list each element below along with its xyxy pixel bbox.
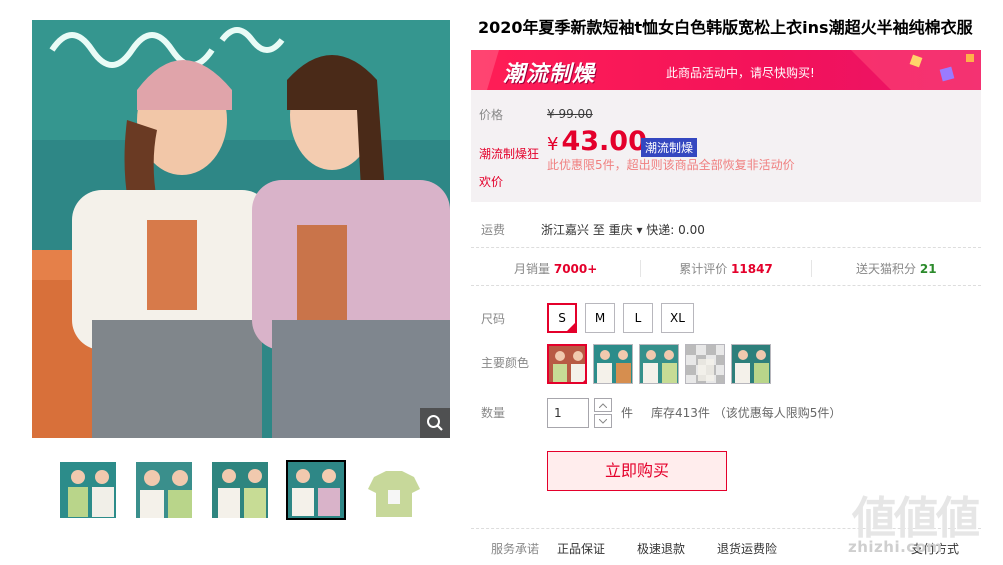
thumbnail-3[interactable] — [210, 460, 270, 520]
color-option-4[interactable] — [685, 344, 725, 384]
price-box: 价格 ¥ 99.00 潮流制燥狂 欢价 ¥43.00 潮流制燥 此优惠限5件，超… — [471, 90, 981, 202]
size-option-m[interactable]: M — [585, 303, 615, 333]
thumbnail-2[interactable] — [134, 460, 194, 520]
size-option-xl[interactable]: XL — [661, 303, 694, 333]
color-option-3[interactable] — [639, 344, 679, 384]
quantity-label: 数量 — [481, 406, 506, 420]
chevron-down-icon — [599, 418, 607, 424]
monthly-sales-value: 7000+ — [553, 262, 598, 276]
reviews-value: 11847 — [731, 262, 773, 276]
current-price: ¥43.00 — [547, 126, 647, 157]
main-product-image[interactable] — [32, 20, 450, 438]
price-tag: 潮流制燥 — [641, 138, 698, 157]
thumbnail-1[interactable] — [58, 460, 118, 520]
size-label: 尺码 — [481, 312, 506, 326]
quantity-decrease-button[interactable] — [594, 414, 612, 428]
color-option-5[interactable] — [731, 344, 771, 384]
buy-now-button[interactable]: 立即购买 — [547, 451, 727, 491]
tmall-points: 送天猫积分 21 — [812, 260, 981, 277]
chevron-up-icon — [599, 402, 607, 408]
selected-check-icon — [566, 322, 576, 332]
original-price: ¥ 99.00 — [547, 107, 593, 121]
size-option-s[interactable]: S — [547, 303, 577, 333]
magnifier-icon — [427, 415, 443, 431]
size-option-l[interactable]: L — [623, 303, 653, 333]
reviews-label: 累计评价 — [679, 262, 728, 276]
total-reviews[interactable]: 累计评价 11847 — [641, 260, 812, 277]
product-title: 2020年夏季新款短袖t恤女白色韩版宽松上衣ins潮超火半袖纯棉衣服 — [478, 18, 973, 37]
watermark-text: zhizhi.com — [848, 538, 943, 556]
price-note: 此优惠限5件，超出则该商品全部恢复非活动价 — [547, 158, 795, 172]
shipping-row: 运费 浙江嘉兴 至 重庆 ▾ 快递: 0.00 — [471, 212, 981, 248]
stock-info: 库存413件 （该优惠每人限购5件） — [651, 406, 842, 420]
currency-symbol: ¥ — [547, 134, 559, 155]
monthly-sales-label: 月销量 — [514, 262, 551, 276]
promo-text: 此商品活动中，请尽快购买! — [666, 66, 815, 80]
service-item-fast-refund[interactable]: 极速退款 — [637, 540, 685, 557]
promo-price-label-2: 欢价 — [479, 175, 504, 189]
watermark-logo: 値値値 — [852, 493, 980, 544]
quantity-input[interactable]: 1 — [547, 398, 589, 428]
shipping-destination-selector[interactable]: 浙江嘉兴 至 重庆 ▾ 快递: 0.00 — [541, 221, 705, 238]
promo-price-label: 潮流制燥狂 — [479, 147, 540, 161]
color-label: 主要颜色 — [481, 356, 530, 370]
color-options — [547, 344, 771, 384]
service-item-authentic[interactable]: 正品保证 — [557, 540, 605, 557]
thumbnail-strip — [58, 460, 422, 520]
thumbnail-5[interactable] — [362, 460, 422, 520]
zoom-button[interactable] — [420, 408, 450, 438]
quantity-unit: 件 — [621, 406, 634, 420]
stats-row: 月销量 7000+ 累计评价 11847 送天猫积分 21 — [471, 252, 981, 286]
thumbnail-4-selected[interactable] — [286, 460, 346, 520]
quantity-increase-button[interactable] — [594, 398, 612, 412]
points-label: 送天猫积分 — [856, 262, 917, 276]
promo-banner: 潮流制燥 此商品活动中，请尽快购买! — [471, 50, 981, 90]
service-label: 服务承诺 — [491, 542, 540, 556]
color-option-2[interactable] — [593, 344, 633, 384]
shipping-label: 运费 — [481, 223, 506, 237]
points-value: 21 — [919, 262, 937, 276]
color-option-1[interactable] — [547, 344, 587, 384]
current-price-value: 43.00 — [561, 126, 647, 157]
monthly-sales: 月销量 7000+ — [471, 260, 642, 277]
price-label: 价格 — [479, 108, 504, 122]
promo-badge: 潮流制燥 — [503, 62, 596, 87]
service-item-return-insurance[interactable]: 退货运费险 — [717, 540, 777, 557]
size-options: S M L XL — [547, 303, 694, 333]
